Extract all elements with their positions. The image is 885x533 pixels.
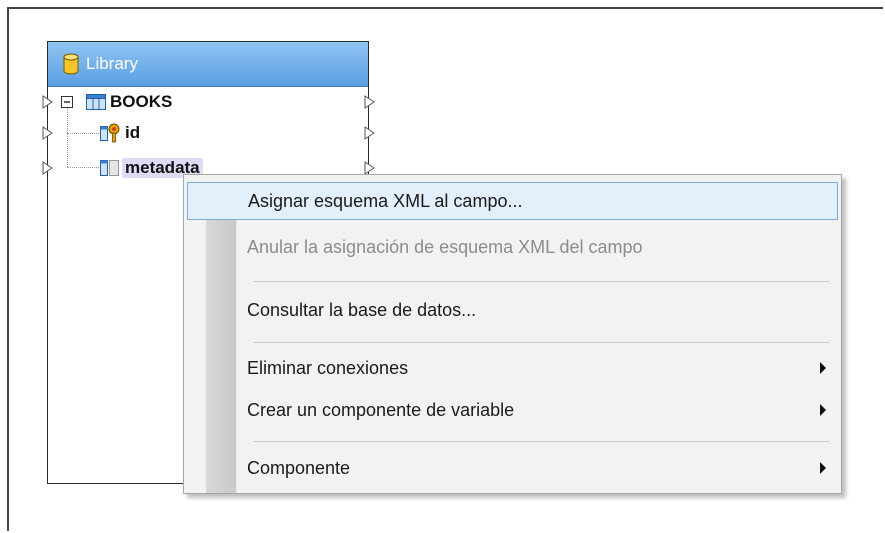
menu-item-label: Asignar esquema XML al campo... [248,190,523,211]
menu-item-component[interactable]: Componente [187,449,838,487]
database-icon [63,53,79,75]
collapse-icon[interactable] [61,96,73,108]
input-port-icon[interactable] [42,95,54,109]
menu-item-label: Componente [247,457,351,478]
context-menu[interactable]: Asignar esquema XML al campo... Anular l… [183,174,842,494]
menu-item-query-database[interactable]: Consultar la base de datos... [187,291,838,329]
output-port-icon[interactable] [364,126,376,140]
menu-item-unassign-xml-schema: Anular la asignación de esquema XML del … [187,228,838,266]
component-title: Library [86,54,138,73]
menu-item-delete-connections[interactable]: Eliminar conexiones [187,349,838,387]
menu-separator [254,342,829,343]
output-port-icon[interactable] [364,161,376,175]
menu-item-label: Consultar la base de datos... [247,299,477,320]
input-port-icon[interactable] [42,126,54,140]
table-name: BOOKS [110,92,173,111]
submenu-arrow-icon [820,462,826,474]
component-header[interactable]: Library [48,42,368,87]
field-row-id[interactable]: id [42,118,375,148]
primary-key-icon [100,123,120,143]
output-port-icon[interactable] [364,95,376,109]
menu-item-create-variable-component[interactable]: Crear un componente de variable [187,391,838,429]
column-icon [100,160,119,176]
menu-item-label: Crear un componente de variable [247,399,515,420]
menu-item-label: Eliminar conexiones [247,357,409,378]
field-name-id: id [125,123,141,142]
menu-separator [254,281,829,282]
table-icon [86,94,106,110]
input-port-icon[interactable] [42,161,54,175]
submenu-arrow-icon [820,404,826,416]
submenu-arrow-icon [820,362,826,374]
menu-item-label: Anular la asignación de esquema XML del … [247,236,643,257]
table-row-books[interactable]: BOOKS [42,87,375,117]
menu-separator [254,441,829,442]
menu-item-assign-xml-schema[interactable]: Asignar esquema XML al campo... [187,182,838,220]
